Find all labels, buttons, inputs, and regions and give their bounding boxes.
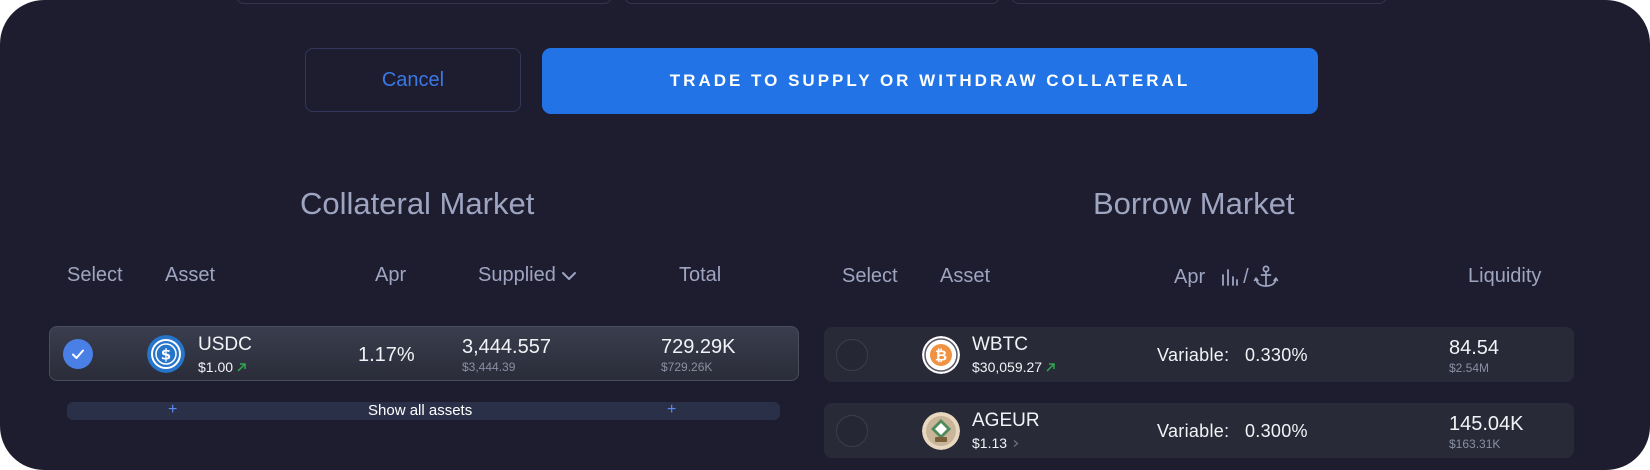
- show-all-assets-label: Show all assets: [368, 402, 473, 419]
- wbtc-coin-icon: ₿: [922, 336, 960, 374]
- asset-apr: 1.17%: [358, 344, 415, 366]
- asset-liquidity: 84.54: [1449, 337, 1500, 359]
- borrow-apr-label: Apr: [1174, 265, 1206, 288]
- asset-symbol: USDC: [198, 334, 252, 355]
- show-all-assets-button[interactable]: + Show all assets +: [67, 401, 780, 420]
- trend-up-arrow-icon: [1046, 362, 1055, 372]
- collateral-market-title: Collateral Market: [300, 186, 535, 221]
- collateral-row-usdc[interactable]: $ USDC $1.00 1.17% 3,444.557 $3,444.39 7…: [49, 326, 799, 381]
- borrow-row-wbtc[interactable]: ₿ WBTC $30,059.27 Variable: 0.330% 84.54…: [824, 327, 1574, 382]
- asset-price: $1.13: [972, 435, 1021, 451]
- asset-liquidity-usd: $2.54M: [1449, 361, 1490, 375]
- asset-price: $30,059.27: [972, 359, 1056, 375]
- ageur-coin-icon: [922, 412, 960, 450]
- top-tab-stub: [236, 0, 612, 4]
- select-radio[interactable]: [836, 339, 868, 371]
- checkmark-icon: [72, 349, 84, 359]
- asset-price-value: $1.00: [198, 359, 234, 375]
- select-radio[interactable]: [836, 415, 868, 447]
- variable-rate-label: Variable:: [1157, 345, 1230, 365]
- selected-checkbox[interactable]: [63, 339, 93, 369]
- borrow-header-apr: Apr /: [1174, 265, 1279, 289]
- usdc-coin-icon: $: [147, 335, 185, 373]
- svg-text:₿: ₿: [935, 347, 947, 365]
- plus-icon: +: [667, 401, 677, 418]
- asset-total-usd: $729.26K: [661, 360, 713, 374]
- top-tab-stub: [1011, 0, 1387, 4]
- borrow-market-title: Borrow Market: [1093, 186, 1295, 221]
- variable-rate-value: 0.300%: [1245, 421, 1308, 441]
- trend-neutral-icon: [1013, 439, 1019, 447]
- top-tab-stub: [624, 0, 1000, 4]
- collateral-header-total: Total: [679, 264, 722, 286]
- svg-text:$: $: [161, 346, 171, 364]
- bar-chart-icon[interactable]: [1221, 267, 1239, 287]
- collateral-header-apr: Apr: [375, 264, 407, 286]
- asset-price-value: $1.13: [972, 435, 1008, 451]
- variable-rate-value: 0.330%: [1245, 345, 1308, 365]
- asset-symbol: WBTC: [972, 334, 1028, 355]
- chevron-down-icon: [561, 271, 576, 280]
- collateral-header-supplied[interactable]: Supplied: [478, 264, 578, 287]
- collateral-header-select: Select: [67, 264, 123, 286]
- asset-price: $1.00: [198, 359, 247, 375]
- anchor-icon[interactable]: [1253, 265, 1279, 289]
- asset-liquidity: 145.04K: [1449, 413, 1524, 435]
- trend-up-arrow-icon: [237, 362, 246, 372]
- trade-collateral-button[interactable]: TRADE TO SUPPLY OR WITHDRAW COLLATERAL: [542, 48, 1318, 114]
- apr-icon-separator: /: [1243, 265, 1249, 288]
- asset-supplied: 3,444.557: [462, 336, 551, 358]
- asset-liquidity-usd: $163.31K: [1449, 437, 1501, 451]
- asset-total: 729.29K: [661, 336, 736, 358]
- borrow-header-asset: Asset: [940, 265, 991, 287]
- market-panel: Cancel TRADE TO SUPPLY OR WITHDRAW COLLA…: [0, 0, 1650, 470]
- asset-symbol: AGEUR: [972, 410, 1040, 431]
- variable-rate-label: Variable:: [1157, 421, 1230, 441]
- collateral-header-asset: Asset: [165, 264, 216, 286]
- borrow-header-select: Select: [842, 265, 898, 287]
- borrow-row-ageur[interactable]: AGEUR $1.13 Variable: 0.300% 145.04K $16…: [824, 403, 1574, 458]
- supplied-header-label: Supplied: [478, 264, 556, 286]
- plus-icon: +: [168, 401, 178, 418]
- asset-price-value: $30,059.27: [972, 359, 1043, 375]
- asset-supplied-usd: $3,444.39: [462, 360, 516, 374]
- borrow-header-liquidity: Liquidity: [1468, 265, 1542, 287]
- cancel-button[interactable]: Cancel: [305, 48, 521, 112]
